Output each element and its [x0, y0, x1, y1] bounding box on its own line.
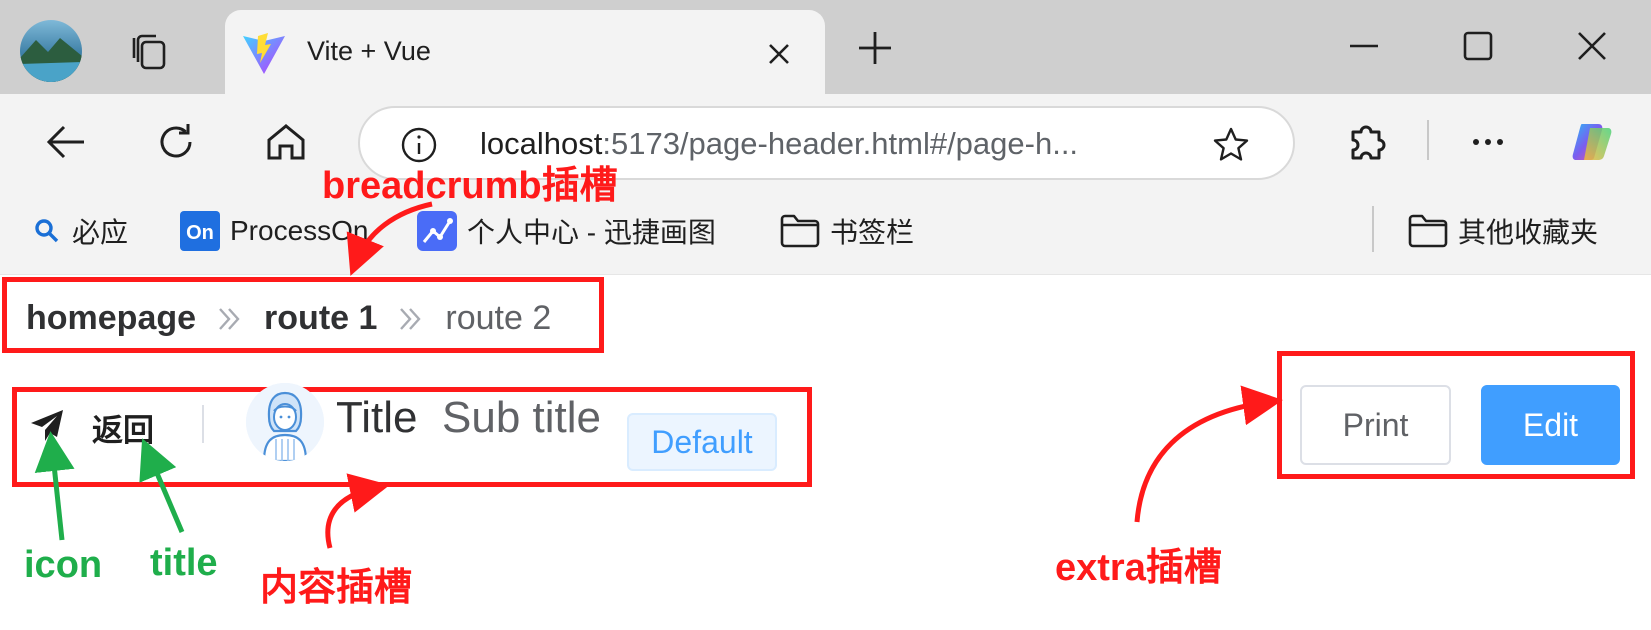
breadcrumb-separator-icon: [400, 307, 422, 330]
browser-tab-active[interactable]: Vite + Vue: [225, 10, 825, 94]
header-divider: [202, 405, 204, 443]
vite-logo-icon: [243, 33, 285, 74]
favorites-divider: [1372, 206, 1374, 252]
favorites-bar: 必应 On ProcessOn 个人中心 - 迅捷画图 书签栏 其他收藏夹: [0, 190, 1651, 274]
page-content: homepage route 1 route 2 返回 Title Sub ti…: [0, 274, 1651, 630]
favorite-item-other-favorites[interactable]: 其他收藏夹: [1408, 208, 1598, 254]
favorite-label: ProcessOn: [230, 215, 369, 246]
minimize-icon[interactable]: [1342, 24, 1386, 68]
tab-title: Vite + Vue: [307, 36, 431, 66]
toolbar-divider: [1427, 120, 1429, 160]
profile-avatar[interactable]: [20, 20, 82, 82]
favorite-item-xunjie[interactable]: 个人中心 - 迅捷画图: [417, 208, 716, 254]
more-options-icon[interactable]: [1464, 118, 1512, 166]
close-tab-icon[interactable]: [763, 38, 795, 70]
breadcrumb-item-route-1[interactable]: route 1: [264, 299, 377, 338]
paper-plane-icon[interactable]: [30, 409, 64, 443]
browser-titlebar: Vite + Vue: [0, 0, 1651, 94]
back-arrow-icon[interactable]: [42, 118, 90, 166]
copilot-icon[interactable]: [1568, 118, 1616, 166]
favorite-label: 其他收藏夹: [1458, 217, 1599, 248]
favorite-label: 必应: [72, 217, 129, 248]
refresh-icon[interactable]: [152, 118, 200, 166]
folder-icon: [780, 214, 820, 248]
annotation-breadcrumb-slot: breadcrumb插槽: [322, 165, 618, 207]
back-title[interactable]: 返回: [92, 405, 154, 450]
favorite-label: 书签栏: [830, 217, 915, 248]
maximize-icon[interactable]: [1456, 24, 1500, 68]
folder-icon: [1408, 214, 1448, 248]
annotation-title: title: [150, 542, 218, 584]
annotation-icon: icon: [24, 544, 103, 586]
annotation-content-slot: 内容插槽: [260, 567, 413, 609]
print-button[interactable]: Print: [1300, 385, 1451, 465]
processon-icon: On: [180, 211, 220, 251]
browser-toolbar: localhost:5173/page-header.html#/page-h.…: [0, 94, 1651, 190]
avatar: [246, 383, 324, 461]
tab-actions-icon[interactable]: [128, 30, 172, 74]
page-subtitle: Sub title: [442, 393, 601, 442]
new-tab-icon[interactable]: [855, 28, 895, 68]
favorite-item-processon[interactable]: On ProcessOn: [180, 208, 369, 254]
page-title: Title: [336, 393, 418, 442]
annotation-extra-slot: extra插槽: [1055, 547, 1222, 589]
status-tag: Default: [627, 413, 777, 471]
favorite-item-bing[interactable]: 必应: [32, 208, 128, 254]
close-window-icon[interactable]: [1570, 24, 1614, 68]
svg-text:On: On: [186, 222, 214, 244]
xunjie-icon: [417, 211, 457, 251]
favorite-item-bookmarks-folder[interactable]: 书签栏: [780, 208, 914, 254]
favorite-label: 个人中心 - 迅捷画图: [467, 217, 716, 248]
breadcrumb-separator-icon: [219, 307, 240, 330]
edit-button[interactable]: Edit: [1481, 385, 1620, 465]
favorite-star-icon[interactable]: [1211, 125, 1251, 165]
breadcrumb: homepage route 1 route 2: [26, 299, 551, 338]
url-path: :5173/page-header.html#/page-h...: [602, 126, 1079, 161]
breadcrumb-item-homepage[interactable]: homepage: [26, 299, 196, 338]
bing-search-icon: [35, 219, 59, 243]
breadcrumb-item-route-2: route 2: [445, 299, 552, 337]
home-icon[interactable]: [262, 118, 310, 166]
extensions-puzzle-icon[interactable]: [1343, 118, 1391, 166]
